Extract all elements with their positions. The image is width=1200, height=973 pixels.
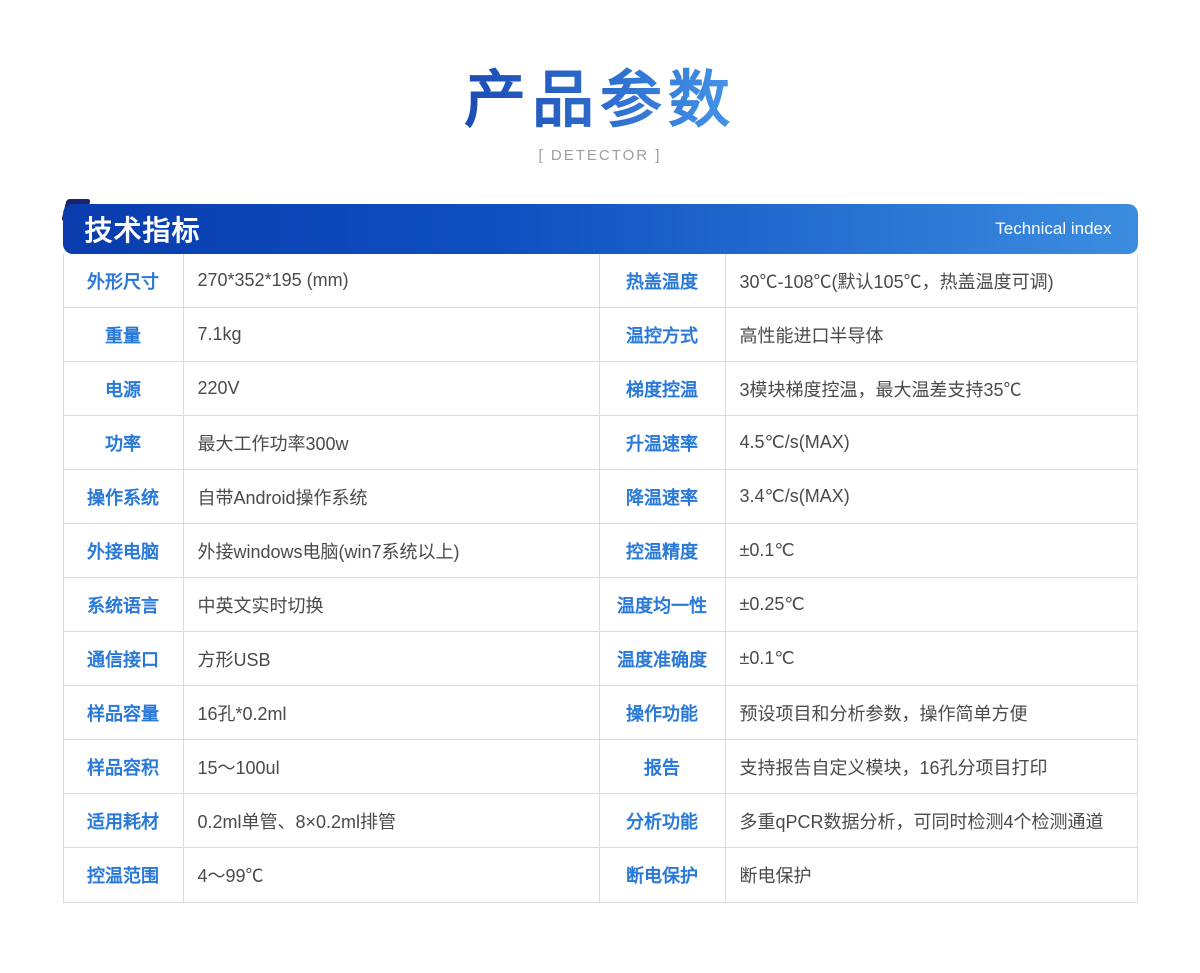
- table-row: 电源 220V 梯度控温 3模块梯度控温，最大温差支持35℃: [64, 362, 1137, 416]
- spec-value: 16孔*0.2ml: [184, 686, 600, 739]
- table-row: 操作系统 自带Android操作系统 降温速率 3.4℃/s(MAX): [64, 470, 1137, 524]
- spec-value: 最大工作功率300w: [184, 416, 600, 469]
- table-row: 控温范围 4～99℃ 断电保护 断电保护: [64, 848, 1137, 902]
- spec-label: 通信接口: [64, 632, 184, 685]
- spec-label: 梯度控温: [600, 362, 726, 415]
- spec-label: 操作功能: [600, 686, 726, 739]
- spec-value: 外接windows电脑(win7系统以上): [184, 524, 600, 577]
- panel-title-zh: 技术指标: [85, 209, 201, 249]
- spec-label: 报告: [600, 740, 726, 793]
- spec-label: 电源: [64, 362, 184, 415]
- spec-label: 样品容积: [64, 740, 184, 793]
- table-row: 适用耗材 0.2ml单管、8×0.2ml排管 分析功能 多重qPCR数据分析，可…: [64, 794, 1137, 848]
- spec-value: 支持报告自定义模块，16孔分项目打印: [726, 740, 1137, 793]
- spec-label: 断电保护: [600, 848, 726, 902]
- panel-header: 技术指标 Technical index: [63, 204, 1138, 254]
- spec-table: 外形尺寸 270*352*195 (mm) 热盖温度 30℃-108℃(默认10…: [63, 254, 1138, 903]
- spec-label: 操作系统: [64, 470, 184, 523]
- spec-label: 外形尺寸: [64, 254, 184, 307]
- spec-label: 样品容量: [64, 686, 184, 739]
- spec-label: 重量: [64, 308, 184, 361]
- spec-value: 中英文实时切换: [184, 578, 600, 631]
- page-subtitle: [ DETECTOR ]: [0, 147, 1200, 164]
- spec-value: ±0.1℃: [726, 632, 1137, 685]
- table-row: 外形尺寸 270*352*195 (mm) 热盖温度 30℃-108℃(默认10…: [64, 254, 1137, 308]
- spec-value: 3模块梯度控温，最大温差支持35℃: [726, 362, 1137, 415]
- spec-label: 温控方式: [600, 308, 726, 361]
- spec-value: ±0.1℃: [726, 524, 1137, 577]
- spec-value: 断电保护: [726, 848, 1137, 902]
- page-title: 产品参数: [464, 64, 736, 135]
- spec-label: 系统语言: [64, 578, 184, 631]
- spec-label: 降温速率: [600, 470, 726, 523]
- spec-value: 多重qPCR数据分析，可同时检测4个检测通道: [726, 794, 1137, 847]
- table-row: 功率 最大工作功率300w 升温速率 4.5℃/s(MAX): [64, 416, 1137, 470]
- spec-value: 高性能进口半导体: [726, 308, 1137, 361]
- spec-value: 30℃-108℃(默认105℃，热盖温度可调): [726, 254, 1137, 307]
- spec-value: 预设项目和分析参数，操作简单方便: [726, 686, 1137, 739]
- spec-label: 控温精度: [600, 524, 726, 577]
- page-title-block: 产品参数 [ DETECTOR ]: [0, 0, 1200, 164]
- panel-title-en: Technical index: [995, 219, 1111, 239]
- table-row: 样品容积 15～100ul 报告 支持报告自定义模块，16孔分项目打印: [64, 740, 1137, 794]
- spec-value: 方形USB: [184, 632, 600, 685]
- spec-value: 0.2ml单管、8×0.2ml排管: [184, 794, 600, 847]
- spec-value: 7.1kg: [184, 308, 600, 361]
- spec-value: 270*352*195 (mm): [184, 254, 600, 307]
- spec-label: 升温速率: [600, 416, 726, 469]
- spec-value: 15～100ul: [184, 740, 600, 793]
- spec-label: 适用耗材: [64, 794, 184, 847]
- spec-value: 4.5℃/s(MAX): [726, 416, 1137, 469]
- table-row: 外接电脑 外接windows电脑(win7系统以上) 控温精度 ±0.1℃: [64, 524, 1137, 578]
- spec-value: ±0.25℃: [726, 578, 1137, 631]
- table-row: 通信接口 方形USB 温度准确度 ±0.1℃: [64, 632, 1137, 686]
- technical-index-panel: 技术指标 Technical index 外形尺寸 270*352*195 (m…: [63, 204, 1138, 903]
- spec-label: 温度准确度: [600, 632, 726, 685]
- table-row: 重量 7.1kg 温控方式 高性能进口半导体: [64, 308, 1137, 362]
- spec-label: 温度均一性: [600, 578, 726, 631]
- spec-label: 分析功能: [600, 794, 726, 847]
- table-row: 系统语言 中英文实时切换 温度均一性 ±0.25℃: [64, 578, 1137, 632]
- spec-value: 3.4℃/s(MAX): [726, 470, 1137, 523]
- spec-label: 热盖温度: [600, 254, 726, 307]
- spec-label: 功率: [64, 416, 184, 469]
- spec-label: 外接电脑: [64, 524, 184, 577]
- table-row: 样品容量 16孔*0.2ml 操作功能 预设项目和分析参数，操作简单方便: [64, 686, 1137, 740]
- spec-value: 220V: [184, 362, 600, 415]
- spec-value: 4～99℃: [184, 848, 600, 902]
- spec-value: 自带Android操作系统: [184, 470, 600, 523]
- spec-label: 控温范围: [64, 848, 184, 902]
